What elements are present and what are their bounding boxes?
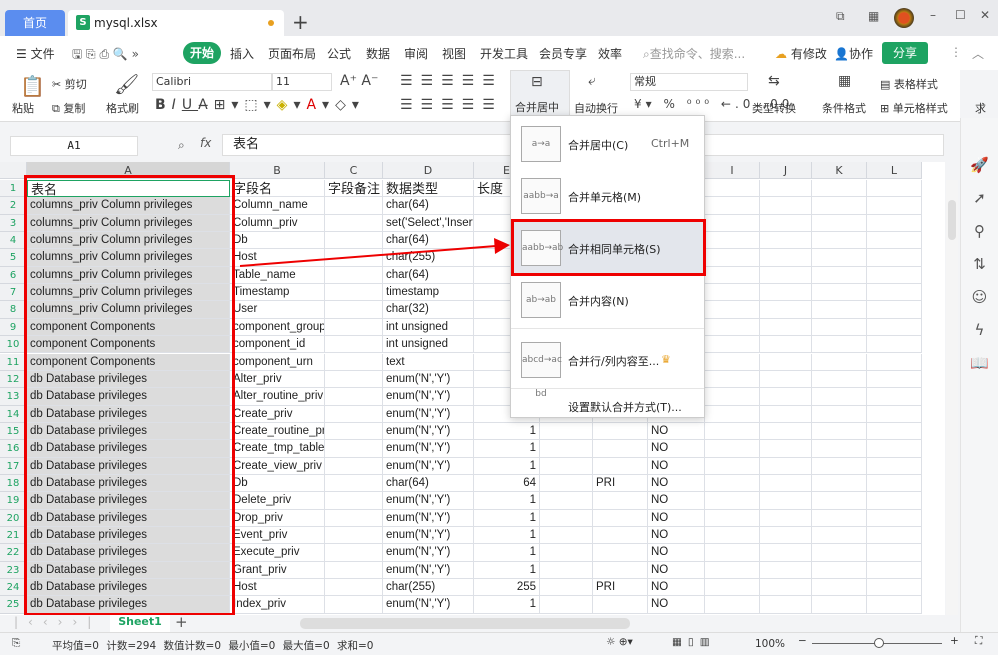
zoom-level[interactable]: 100% — [755, 638, 785, 650]
merge-menu-label: 合并居中(C) — [568, 139, 629, 152]
table-convert-icon[interactable]: ⇅ — [961, 255, 998, 273]
macro-icon[interactable]: ⎘ — [12, 637, 20, 650]
merge-glyph-icon: abcd→ac bd — [521, 342, 562, 399]
zoom-out-button[interactable]: − — [798, 635, 807, 647]
rocket-icon[interactable]: 🚀 — [961, 156, 998, 174]
merge-menu-item[interactable]: abcd→ac bd 合并行/列内容至... ♛ — [511, 334, 704, 399]
merge-menu-item[interactable]: ab→ab 合并内容(N) — [511, 274, 704, 326]
menu-divider — [511, 388, 704, 389]
merge-glyph-icon: ab→ab — [521, 282, 561, 318]
crown-icon: ♛ — [661, 353, 671, 366]
book-search-icon[interactable]: 📖 — [961, 354, 998, 372]
sheet-nav-arrows[interactable]: |‹‹››| — [14, 615, 101, 629]
slider-settings-icon[interactable]: ⚲ — [961, 222, 998, 240]
view-mode-icons[interactable]: ▦▯▥ — [672, 636, 716, 648]
merge-menu-label: 合并内容(N) — [568, 295, 629, 308]
merge-menu-label: 合并单元格(M) — [568, 191, 642, 204]
eye-protection-icon[interactable]: ☼ ⊕▾ — [606, 636, 633, 648]
lightning-icon[interactable]: ϟ — [961, 321, 998, 339]
ai-assistant-icon[interactable]: ☺ — [961, 288, 998, 306]
select-cursor-icon[interactable]: ➚ — [961, 189, 998, 207]
add-sheet-button[interactable]: + — [175, 613, 188, 631]
fullscreen-icon[interactable]: ⛶ — [975, 635, 982, 648]
status-stats: 平均值=0 计数=294 数值计数=0 最小值=0 最大值=0 求和=0 — [52, 640, 374, 652]
merge-menu-item[interactable]: aabb→a 合并单元格(M) — [511, 170, 704, 222]
merge-glyph-icon: a→a — [521, 126, 561, 162]
sheet-tab-sheet1[interactable]: Sheet1 — [110, 615, 170, 632]
annotation-arrow — [239, 238, 510, 267]
shortcut-label: Ctrl+M — [651, 137, 690, 150]
merge-menu-item[interactable]: a→a 合并居中(C) Ctrl+M — [511, 118, 704, 170]
merge-menu-label: 合并行/列内容至... — [568, 355, 660, 368]
zoom-slider[interactable] — [812, 638, 942, 648]
sheet-tab-bar: |‹‹››| Sheet1 + — [0, 613, 960, 632]
status-bar: ⎘ 平均值=0 计数=294 数值计数=0 最小值=0 最大值=0 求和=0 ☼… — [0, 632, 998, 655]
merge-glyph-icon: aabb→a — [521, 178, 561, 214]
highlight-box-merge-same — [511, 219, 706, 276]
right-sidebar: 🚀 ➚ ⚲ ⇅ ☺ ϟ 📖 — [960, 118, 998, 632]
menu-divider — [511, 328, 704, 329]
zoom-in-button[interactable]: + — [950, 635, 959, 647]
horizontal-scrollbar[interactable] — [300, 618, 630, 629]
set-default-merge-item[interactable]: 设置默认合并方式(T)... — [568, 399, 682, 415]
